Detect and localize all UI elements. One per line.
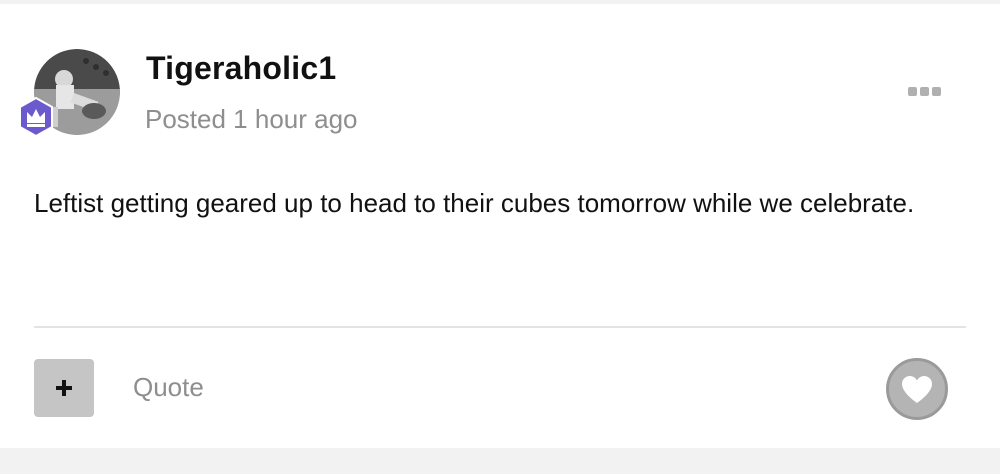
dot: [931, 86, 941, 96]
more-options-icon[interactable]: [904, 82, 944, 100]
quote-button[interactable]: Quote: [133, 372, 204, 403]
post-body: Leftist getting geared up to head to the…: [34, 188, 915, 218]
crown-badge-icon: [19, 97, 53, 137]
add-reaction-button[interactable]: [34, 359, 94, 417]
heart-icon: [902, 376, 932, 403]
plus-icon: [56, 380, 72, 396]
dot: [907, 86, 917, 96]
post-card: Tigeraholic1 Posted 1 hour ago Leftist g…: [0, 4, 1000, 448]
divider: [34, 326, 966, 328]
author-name[interactable]: Tigeraholic1: [146, 50, 336, 87]
post-timestamp: Posted 1 hour ago: [145, 104, 358, 134]
avatar[interactable]: [19, 49, 120, 137]
like-button[interactable]: [886, 358, 948, 420]
dot: [919, 86, 929, 96]
